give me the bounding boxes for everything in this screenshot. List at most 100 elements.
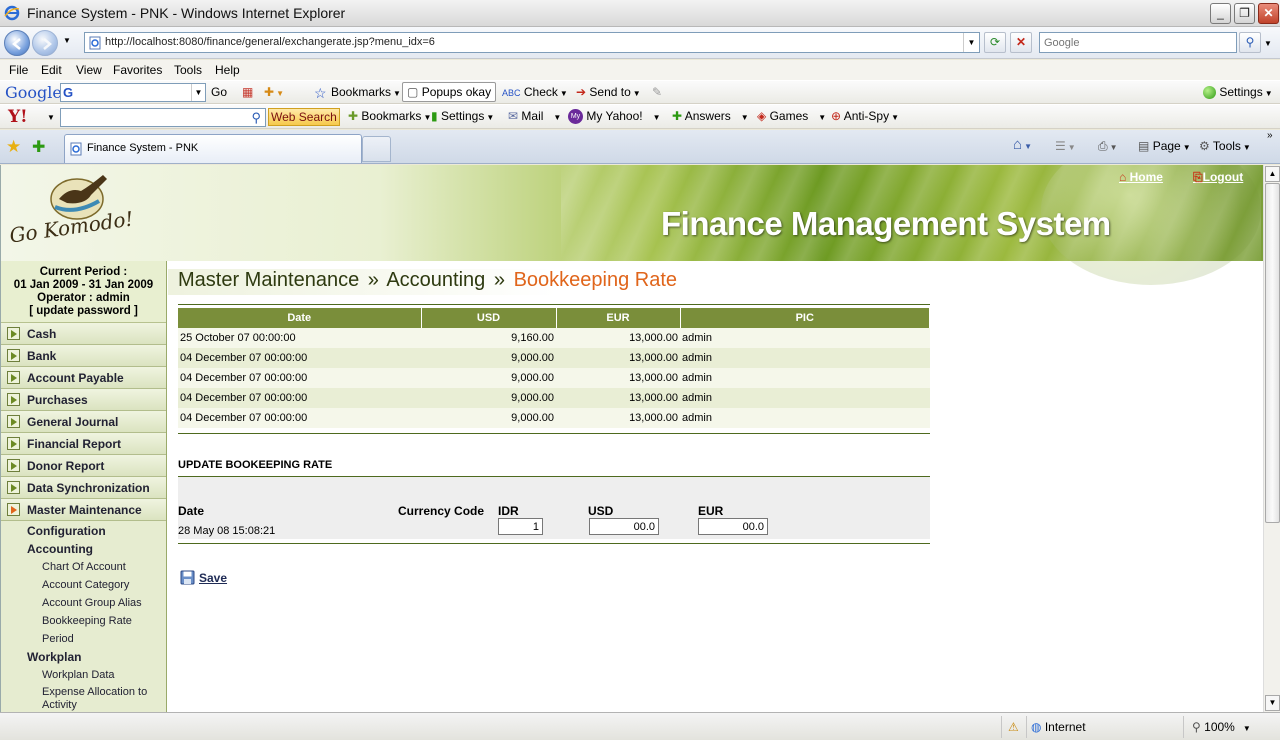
page-menu-button[interactable]: ▤ Page ▼ <box>1138 139 1191 153</box>
answers-button[interactable]: ✚ Answers ▼ <box>672 109 749 123</box>
google-dropdown-icon[interactable]: ▼ <box>191 84 205 101</box>
search-button[interactable]: ⚲ <box>1239 32 1261 53</box>
google-bookmarks-button[interactable]: ☆ Bookmarks ▼ <box>314 85 401 100</box>
yahoo-bookmarks-button[interactable]: ✚ Bookmarks ▼ <box>348 109 431 123</box>
table-row[interactable]: 04 December 07 00:00:00 9,000.00 13,000.… <box>178 388 930 408</box>
protected-mode-icon[interactable]: ⚠ <box>1008 720 1019 734</box>
table-row[interactable]: 04 December 07 00:00:00 9,000.00 13,000.… <box>178 368 930 388</box>
yahoo-settings-button[interactable]: ▮ Settings ▼ <box>431 109 494 123</box>
anti-spy-button[interactable]: ⊕ Anti-Spy ▼ <box>831 109 899 123</box>
usd-rate-input[interactable] <box>589 518 659 535</box>
yahoo-menu-dropdown-icon[interactable]: ▼ <box>47 113 55 122</box>
sidebar-item-donor-report[interactable]: Donor Report <box>1 455 166 477</box>
tab-page-icon <box>70 142 82 156</box>
submenu-account-group-alias[interactable]: Account Group Alias <box>1 595 166 613</box>
yahoo-logo[interactable]: Y! <box>8 107 28 127</box>
forward-button[interactable] <box>32 30 58 56</box>
submenu-configuration[interactable]: Configuration <box>1 523 166 541</box>
logout-link[interactable]: ⎘Logout <box>1193 170 1243 185</box>
google-news-icon[interactable]: ▦ <box>242 85 253 99</box>
sidebar-item-purchases[interactable]: Purchases <box>1 389 166 411</box>
table-row[interactable]: 04 December 07 00:00:00 9,000.00 13,000.… <box>178 348 930 368</box>
feeds-icon[interactable]: ☰ ▼ <box>1055 139 1076 153</box>
menu-edit[interactable]: Edit <box>41 63 62 77</box>
column-header-pic[interactable]: PIC <box>680 308 930 328</box>
refresh-button[interactable]: ⟳ <box>984 32 1006 53</box>
column-header-date[interactable]: Date <box>178 308 422 328</box>
home-icon[interactable]: ⌂ ▼ <box>1013 136 1032 153</box>
web-search-button[interactable]: Web Search <box>268 108 340 126</box>
google-go-button[interactable]: Go <box>211 85 227 99</box>
tab-finance-system[interactable]: Finance System - PNK <box>64 134 362 163</box>
yahoo-search-input[interactable]: ⚲ <box>60 108 266 127</box>
submenu-bookkeeping-rate[interactable]: Bookkeeping Rate <box>1 613 166 631</box>
menu-tools[interactable]: Tools <box>174 63 202 77</box>
table-row[interactable]: 04 December 07 00:00:00 9,000.00 13,000.… <box>178 408 930 428</box>
history-dropdown-icon[interactable]: ▼ <box>63 36 71 45</box>
zoom-control[interactable]: ⚲ 100% ▼ <box>1192 720 1251 734</box>
submenu-period[interactable]: Period <box>1 631 166 649</box>
my-yahoo-button[interactable]: My My Yahoo! ▼ <box>568 109 661 125</box>
arrow-right-icon <box>7 349 20 362</box>
idr-rate-input[interactable] <box>498 518 543 535</box>
home-link[interactable]: ⌂ Home <box>1119 170 1163 184</box>
favorites-star-icon[interactable]: ★ <box>6 137 21 157</box>
minimize-button[interactable]: _ <box>1210 3 1231 24</box>
maximize-button[interactable]: ❐ <box>1234 3 1255 24</box>
my-yahoo-label: My Yahoo! <box>586 109 643 123</box>
sidebar-item-account-payable[interactable]: Account Payable <box>1 367 166 389</box>
submenu-chart-of-account[interactable]: Chart Of Account <box>1 559 166 577</box>
sidebar-item-bank[interactable]: Bank <box>1 345 166 367</box>
search-options-icon[interactable]: ▼ <box>1264 39 1272 48</box>
google-settings-button[interactable]: Settings ▼ <box>1203 85 1273 100</box>
print-icon[interactable]: ⎙ ▼ <box>1098 139 1118 154</box>
submenu-accounting[interactable]: Accounting <box>1 541 166 559</box>
tools-menu-button[interactable]: ⚙ Tools ▼ <box>1199 139 1251 153</box>
add-favorite-icon[interactable]: ✚ <box>32 137 45 157</box>
close-window-button[interactable]: ✕ <box>1258 3 1279 24</box>
menu-help[interactable]: Help <box>215 63 240 77</box>
address-dropdown-icon[interactable]: ▼ <box>963 33 979 52</box>
sidebar-item-financial-report[interactable]: Financial Report <box>1 433 166 455</box>
submenu-workplan[interactable]: Workplan <box>1 649 166 667</box>
eur-rate-input[interactable] <box>698 518 768 535</box>
scrollbar-thumb[interactable] <box>1265 183 1280 523</box>
send-to-button[interactable]: ➔ Send to ▼ <box>576 85 641 99</box>
internet-zone[interactable]: ◍ Internet <box>1031 720 1086 734</box>
games-button[interactable]: ◈ Games ▼ <box>757 109 826 123</box>
vertical-scrollbar[interactable]: ▲ ▼ <box>1263 165 1280 712</box>
submenu-expense-allocation[interactable]: Expense Allocation to Activity <box>1 685 166 712</box>
scroll-down-icon[interactable]: ▼ <box>1265 695 1280 711</box>
sidebar-item-label: Cash <box>27 327 57 341</box>
sidebar-item-general-journal[interactable]: General Journal <box>1 411 166 433</box>
cell-usd: 9,000.00 <box>421 408 556 428</box>
stop-button[interactable]: ✕ <box>1010 32 1032 53</box>
chevron-more-icon[interactable]: » <box>1267 130 1273 141</box>
google-puzzle-icon[interactable]: ✚ ▼ <box>264 85 284 99</box>
column-header-usd[interactable]: USD <box>421 308 557 328</box>
search-input[interactable] <box>1040 33 1236 52</box>
table-row[interactable]: 25 October 07 00:00:00 9,160.00 13,000.0… <box>178 328 930 348</box>
sidebar-item-master-maintenance[interactable]: Master Maintenance <box>1 499 166 521</box>
search-box[interactable] <box>1039 32 1237 53</box>
sidebar-item-cash[interactable]: Cash <box>1 323 166 345</box>
menu-favorites[interactable]: Favorites <box>113 63 162 77</box>
menu-file[interactable]: File <box>9 63 28 77</box>
address-input[interactable]: http://localhost:8080/finance/general/ex… <box>84 32 980 53</box>
mail-button[interactable]: ✉ Mail ▼ <box>508 109 561 123</box>
back-button[interactable] <box>4 30 30 56</box>
submenu-account-category[interactable]: Account Category <box>1 577 166 595</box>
url-text: http://localhost:8080/finance/general/ex… <box>105 36 435 48</box>
submenu-workplan-data[interactable]: Workplan Data <box>1 667 166 685</box>
pencil-icon[interactable]: ✎ <box>652 85 662 99</box>
scroll-up-icon[interactable]: ▲ <box>1265 166 1280 182</box>
save-button[interactable]: Save <box>180 570 227 585</box>
google-search-input[interactable]: G ▼ <box>60 83 206 102</box>
spell-check-button[interactable]: ABC Check ▼ <box>502 85 568 99</box>
menu-view[interactable]: View <box>76 63 102 77</box>
column-header-eur[interactable]: EUR <box>556 308 681 328</box>
new-tab-button[interactable] <box>362 136 391 162</box>
update-password-link[interactable]: [ update password ] <box>1 305 166 318</box>
sidebar-item-data-synchronization[interactable]: Data Synchronization <box>1 477 166 499</box>
popups-okay-button[interactable]: ▢ Popups okay <box>402 82 497 102</box>
